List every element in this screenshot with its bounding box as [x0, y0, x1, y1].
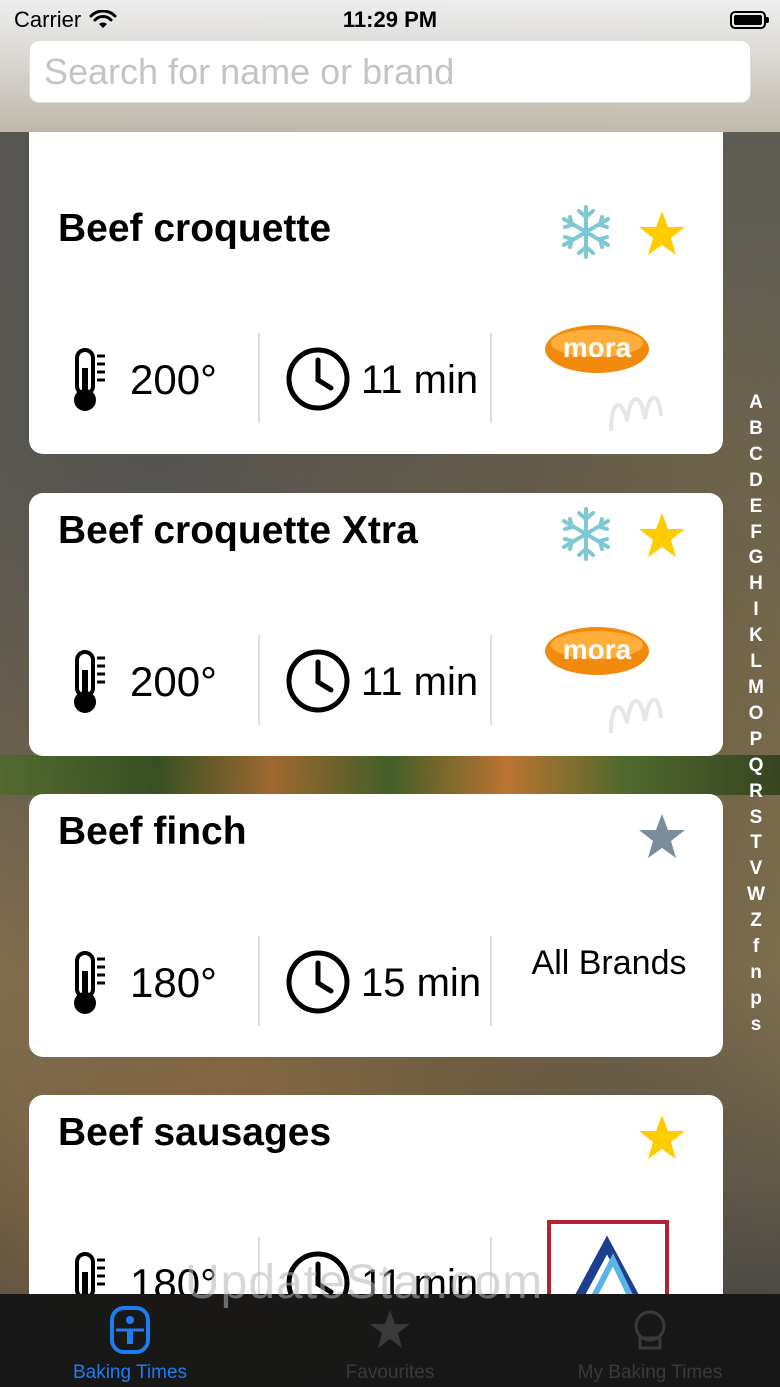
search-input[interactable]: Search for name or brand — [29, 40, 751, 103]
index-letter[interactable]: A — [749, 390, 763, 416]
temperature-value: 200° — [130, 356, 217, 403]
favourite-star-icon[interactable] — [637, 209, 687, 257]
brand-label: All Brands — [531, 944, 687, 982]
baking-time-value: 15 min — [361, 961, 482, 1005]
divider — [490, 936, 492, 1026]
index-letter[interactable]: E — [750, 494, 763, 520]
divider — [258, 1237, 260, 1294]
index-letter[interactable]: L — [750, 649, 762, 675]
index-letter[interactable]: I — [753, 597, 758, 623]
list-item[interactable]: Beef croquette Xtra 200° 11 min mora — [29, 493, 723, 756]
index-letter[interactable]: f — [753, 934, 759, 960]
svg-text:mora: mora — [563, 634, 632, 665]
divider — [490, 635, 492, 725]
temperature-value: 200° — [130, 658, 217, 705]
baking-time-value: 11 min — [361, 660, 479, 704]
clock-icon — [286, 649, 350, 713]
index-letter[interactable]: G — [749, 545, 764, 571]
item-title: Beef sausages — [58, 1111, 332, 1154]
index-letter[interactable]: M — [748, 675, 764, 701]
index-letter[interactable]: p — [750, 986, 762, 1012]
divider — [258, 936, 260, 1026]
index-letter[interactable]: T — [750, 830, 762, 856]
mora-brand-logo: mora — [545, 627, 663, 734]
tab-favourites[interactable]: Favourites — [260, 1294, 520, 1387]
divider — [258, 635, 260, 725]
favourite-star-icon[interactable] — [637, 1113, 687, 1161]
index-letter[interactable]: O — [749, 701, 764, 727]
baking-time-value: 11 min — [361, 358, 479, 402]
favourite-star-icon[interactable] — [637, 511, 687, 559]
aldi-brand-logo — [547, 1220, 669, 1294]
index-letter[interactable]: S — [750, 805, 763, 831]
baking-time-value: 11 min — [361, 1262, 479, 1294]
index-letter[interactable]: Z — [750, 908, 762, 934]
index-letter[interactable]: P — [750, 727, 763, 753]
index-letter[interactable]: C — [749, 442, 763, 468]
mora-brand-logo: mora — [545, 325, 663, 432]
divider — [258, 333, 260, 423]
tab-label: Favourites — [345, 1362, 435, 1383]
thermometer-icon — [75, 1252, 105, 1294]
wifi-icon — [89, 10, 117, 28]
index-letter[interactable]: H — [749, 571, 763, 597]
index-letter[interactable]: K — [749, 623, 763, 649]
list-item[interactable]: Beef finch 180° 15 min All Brands — [29, 794, 723, 1057]
airfryer-icon — [110, 1306, 150, 1354]
divider — [490, 1237, 492, 1294]
favourite-star-icon[interactable] — [637, 812, 687, 860]
list-item[interactable]: Beef croquette 200° 11 min mora — [29, 191, 723, 454]
index-letter[interactable]: V — [750, 856, 763, 882]
search-bar-container: Search for name or brand — [0, 40, 780, 132]
thermometer-icon — [74, 650, 105, 713]
temperature-value: 180° — [130, 959, 217, 1006]
star-icon — [370, 1310, 410, 1348]
thermometer-icon — [74, 348, 105, 411]
list-item[interactable]: Beef sausages 180° 11 min — [29, 1095, 723, 1294]
alphabet-index[interactable]: A B C D E F G H I K L M O P Q R S T V W … — [740, 390, 772, 1038]
snowflake-icon — [562, 507, 610, 561]
carrier-label: Carrier — [14, 7, 82, 32]
tab-bar: Baking Times Favourites My Baking Times — [0, 1294, 780, 1387]
chef-icon — [634, 1310, 666, 1350]
item-title: Beef finch — [58, 810, 247, 853]
index-letter[interactable]: s — [751, 1012, 762, 1038]
clock-icon — [286, 347, 350, 411]
tab-label: Baking Times — [72, 1362, 188, 1383]
item-title: Beef croquette Xtra — [58, 509, 418, 552]
battery-icon — [730, 11, 769, 29]
index-letter[interactable]: n — [750, 960, 762, 986]
index-letter[interactable]: F — [750, 520, 762, 546]
tab-label: My Baking Times — [577, 1362, 723, 1383]
divider — [490, 333, 492, 423]
svg-text:mora: mora — [563, 332, 632, 363]
tab-baking-times[interactable]: Baking Times — [0, 1294, 260, 1387]
clock-icon — [286, 1251, 350, 1294]
thermometer-icon — [74, 951, 105, 1014]
index-letter[interactable]: Q — [749, 753, 764, 779]
status-bar: Carrier 11:29 PM — [0, 0, 780, 40]
temperature-value: 180° — [130, 1260, 217, 1294]
food-list[interactable]: Beef croquette 200° 11 min mora Beef cro… — [0, 132, 780, 1294]
index-letter[interactable]: R — [749, 779, 763, 805]
item-title: Beef croquette — [58, 207, 332, 250]
index-letter[interactable]: B — [749, 416, 763, 442]
index-letter[interactable]: D — [749, 468, 763, 494]
tab-my-baking-times[interactable]: My Baking Times — [520, 1294, 780, 1387]
index-letter[interactable]: W — [747, 882, 765, 908]
clock-icon — [286, 950, 350, 1014]
snowflake-icon — [562, 205, 610, 259]
